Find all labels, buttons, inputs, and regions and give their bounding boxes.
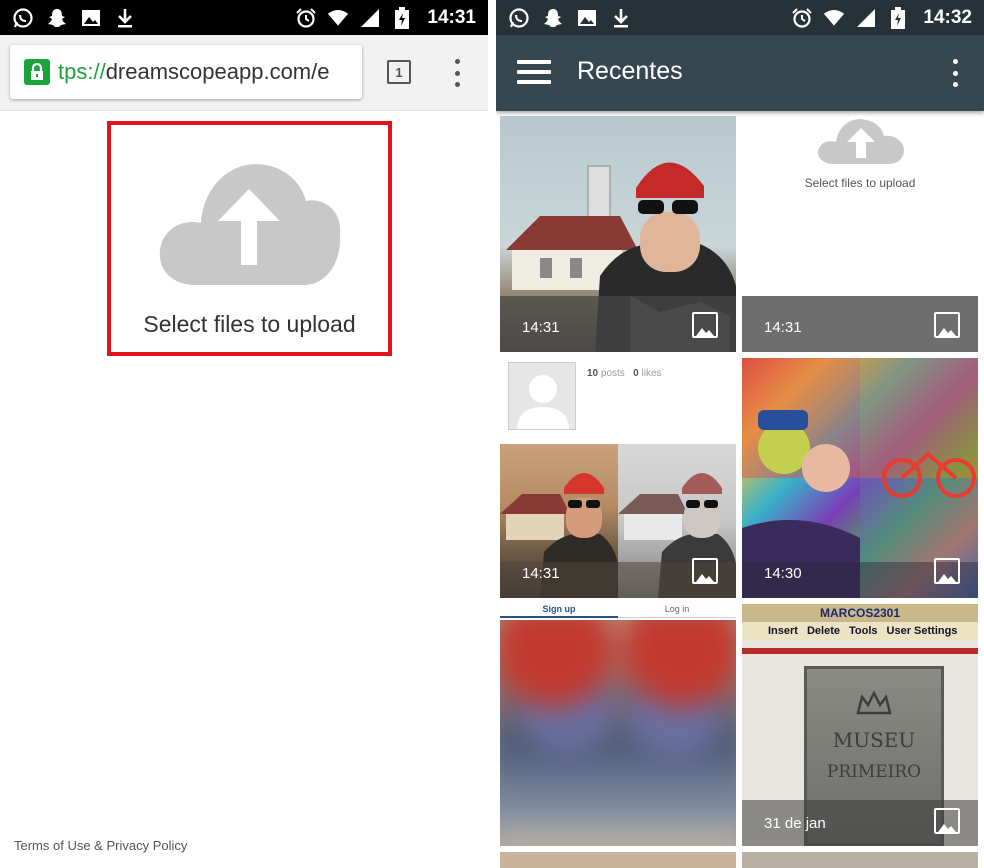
download-icon [610,7,632,29]
upload-label: Select files to upload [143,311,356,337]
photo-tile[interactable]: 14:31 [500,116,736,352]
image-icon [934,312,960,338]
menu-tools: Tools [849,625,878,637]
profile-stats: 10 posts 0 likes [587,368,662,379]
whatsapp-icon [12,7,34,29]
photo-tile[interactable]: 14:30 [742,358,978,598]
battery-icon [887,6,909,29]
left-screen: 14:31 tps://dreamscopeapp.com/e 1 Select… [0,0,488,868]
status-bar: 14:31 [0,0,488,35]
screenshot-username: MARCOS2301 [819,606,901,620]
likes-count: 0 [633,368,639,379]
url-scheme: tps:// [58,59,106,84]
battery-icon [391,6,413,29]
page-title: Recentes [577,57,683,85]
signal-icon [855,7,877,29]
tile-time: 14:30 [764,565,802,582]
image-icon [934,808,960,834]
app-toolbar: Recentes [496,35,984,111]
likes-label: likes [641,368,662,379]
overflow-menu-icon[interactable] [452,59,462,87]
tile-time: 31 de jan [764,815,826,832]
wifi-icon [823,7,845,29]
whatsapp-icon [508,7,530,29]
menu-delete: Delete [806,625,840,637]
image-icon [934,558,960,584]
screenshot-menu: Insert Delete Tools User Settings [742,622,978,640]
cloud-upload-icon [818,119,904,164]
divider [488,0,496,868]
wifi-icon [327,7,349,29]
alarm-icon [295,7,317,29]
posts-count: 10 [587,368,599,379]
overflow-menu-icon[interactable] [950,59,960,87]
photo-tile[interactable]: MARCOS2301 Insert Delete Tools User Sett… [742,604,978,846]
tile-time: 14:31 [522,319,560,336]
status-time: 14:32 [923,6,972,28]
menu-insert: Insert [768,625,798,637]
tab-switcher-button[interactable]: 1 [387,60,411,84]
snapchat-icon [46,7,68,29]
upload-label: Select files to upload [804,176,916,190]
alarm-icon [791,7,813,29]
signal-icon [359,7,381,29]
tile-time: 14:31 [522,565,560,582]
download-icon [114,7,136,29]
photo-tile-partial [500,852,736,868]
photo-tile[interactable] [500,620,736,846]
right-screen: 14:32 Recentes 14:31 Select files to upl… [496,0,984,868]
photo-tile[interactable]: Select files to upload 14:31 [742,116,978,352]
sign-text-primeiro: PRIMEIRO [826,762,922,782]
menu-user-settings: User Settings [886,625,958,637]
url-host: dreamscopeapp.com/e [105,59,330,84]
photo-tile[interactable]: 10 posts 0 likes 14:31 [500,358,736,598]
upload-area[interactable]: Select files to upload [107,121,392,356]
cloud-upload-icon [159,164,341,285]
tab-log-in[interactable]: Log in [618,600,736,618]
url-bar[interactable]: tps://dreamscopeapp.com/e [10,45,362,99]
image-icon [692,558,718,584]
gallery-icon [80,7,102,29]
screenshot-titlebar: MARCOS2301 [742,604,978,622]
blurred-photo [500,620,736,846]
auth-tabs: Sign up Log in [500,600,736,618]
status-time: 14:31 [427,6,476,28]
posts-label: posts [600,368,625,379]
image-icon [692,312,718,338]
sign-text-museu: MUSEU [832,728,916,752]
photo-tile-partial [742,852,978,868]
snapchat-icon [542,7,564,29]
tile-time: 14:31 [764,319,802,336]
lock-icon [24,59,50,85]
status-bar: 14:32 [496,0,984,35]
menu-icon[interactable] [517,60,551,84]
footer-links[interactable]: Terms of Use & Privacy Policy [14,838,187,853]
browser-toolbar: tps://dreamscopeapp.com/e 1 [0,35,488,111]
avatar [508,362,576,430]
tab-sign-up[interactable]: Sign up [500,600,618,618]
gallery-icon [576,7,598,29]
